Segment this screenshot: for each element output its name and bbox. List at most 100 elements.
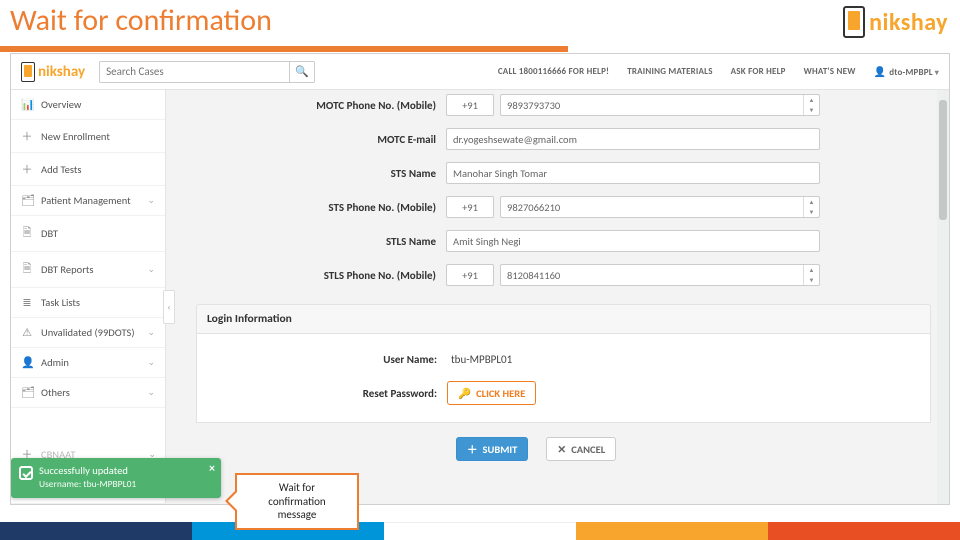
label-sts-name: STS Name bbox=[196, 167, 446, 180]
login-panel-header: Login Information bbox=[196, 304, 931, 334]
label-sts-phone: STS Phone No. (Mobile) bbox=[196, 201, 446, 214]
country-code[interactable]: +91 bbox=[446, 94, 494, 116]
sidebar-item-label: Others bbox=[41, 386, 70, 399]
search-button[interactable]: 🔍 bbox=[289, 61, 315, 83]
button-label: SUBMIT bbox=[483, 443, 518, 456]
country-code[interactable]: +91 bbox=[446, 196, 494, 218]
sidebar-item-label: Patient Management bbox=[41, 194, 131, 207]
field-value: Manohar Singh Tomar bbox=[453, 167, 547, 180]
cancel-button[interactable]: ✕ CANCEL bbox=[546, 437, 616, 461]
login-panel-body: User Name: tbu-MPBPL01 Reset Password: 🔑… bbox=[196, 334, 931, 423]
sidebar-item-patient-mgmt[interactable]: 🗂 Patient Management ⌄ bbox=[11, 186, 165, 216]
nav-training[interactable]: TRAINING MATERIALS bbox=[627, 66, 712, 77]
field-value: 9827066210 bbox=[507, 201, 560, 214]
form-actions: ＋ SUBMIT ✕ CANCEL bbox=[196, 437, 931, 461]
stls-name-field[interactable]: Amit Singh Negi bbox=[446, 230, 820, 252]
country-code[interactable]: +91 bbox=[446, 264, 494, 286]
sidebar-item-dbt[interactable]: 🗎DBT bbox=[11, 216, 165, 252]
footer-stripes bbox=[0, 522, 960, 540]
brand-logo-small: nikshay bbox=[21, 62, 85, 82]
nav-call-help[interactable]: CALL 1800116666 FOR HELP! bbox=[498, 66, 609, 77]
topbar: nikshay 🔍 CALL 1800116666 FOR HELP! TRAI… bbox=[11, 54, 949, 90]
nav-user-menu[interactable]: dto-MPBPL bbox=[874, 65, 939, 78]
label-stls-name: STLS Name bbox=[196, 235, 446, 248]
phone-icon bbox=[21, 62, 35, 82]
nav-ask-help[interactable]: ASK FOR HELP bbox=[731, 66, 786, 77]
callout-line: confirmation bbox=[268, 495, 325, 508]
main-content: MOTC Phone No. (Mobile) +91 9893793730▲▼… bbox=[166, 90, 949, 504]
chevron-down-icon: ⌄ bbox=[147, 327, 155, 338]
sidebar-item-add-tests[interactable]: ＋Add Tests bbox=[11, 153, 165, 186]
reset-password-button[interactable]: 🔑 CLICK HERE bbox=[447, 381, 536, 405]
callout-annotation: Wait for confirmation message bbox=[235, 473, 359, 530]
dashboard-icon: 📊 bbox=[21, 98, 33, 111]
spinner-icon[interactable]: ▲▼ bbox=[803, 95, 819, 115]
search-group: 🔍 bbox=[99, 61, 315, 83]
slide-title: Wait for confirmation bbox=[10, 2, 272, 39]
button-label: CANCEL bbox=[571, 443, 605, 456]
sidebar: 📊Overview ＋New Enrollment ＋Add Tests 🗂Pa… bbox=[11, 90, 166, 504]
spinner-icon[interactable]: ▲▼ bbox=[803, 265, 819, 285]
sidebar-item-label: Overview bbox=[41, 98, 81, 111]
sts-name-field[interactable]: Manohar Singh Tomar bbox=[446, 162, 820, 184]
search-icon: 🔍 bbox=[295, 65, 309, 78]
sts-phone-field[interactable]: 9827066210 ▲▼ bbox=[500, 196, 820, 218]
field-value: 9893793730 bbox=[507, 99, 560, 112]
sidebar-item-overview[interactable]: 📊 Overview bbox=[11, 90, 165, 120]
chevron-down-icon: ⌄ bbox=[147, 387, 155, 398]
slide-header: Wait for confirmation nikshay bbox=[0, 0, 960, 52]
sidebar-item-label: Admin bbox=[41, 356, 69, 369]
nav-whats-new[interactable]: WHAT'S NEW bbox=[804, 66, 856, 77]
callout-line: message bbox=[278, 508, 317, 521]
submit-button[interactable]: ＋ SUBMIT bbox=[456, 437, 528, 461]
folder-icon: 🗂 bbox=[21, 386, 33, 399]
label-reset-password: Reset Password: bbox=[197, 387, 447, 400]
doc-icon: 🗎 bbox=[21, 260, 33, 279]
warning-icon: ⚠ bbox=[21, 326, 33, 339]
brand-name: nikshay bbox=[869, 8, 948, 37]
chevron-down-icon: ⌄ bbox=[147, 264, 155, 275]
stls-phone-field[interactable]: 8120841160 ▲▼ bbox=[500, 264, 820, 286]
plus-icon: ＋ bbox=[21, 128, 33, 144]
callout-line: Wait for bbox=[279, 481, 315, 494]
field-value: dr.yogeshsewate@gmail.com bbox=[453, 133, 577, 146]
sidebar-item-new-enrollment[interactable]: ＋New Enrollment bbox=[11, 120, 165, 153]
top-nav: CALL 1800116666 FOR HELP! TRAINING MATER… bbox=[498, 65, 939, 78]
user-icon: 👤 bbox=[21, 356, 33, 369]
doc-icon: 🗎 bbox=[21, 224, 33, 243]
stripe bbox=[384, 522, 576, 540]
sidebar-item-dbt-reports[interactable]: 🗎 DBT Reports ⌄ bbox=[11, 252, 165, 288]
stripe bbox=[768, 522, 960, 540]
key-icon: 🔑 bbox=[458, 387, 471, 400]
brand-name-small: nikshay bbox=[38, 63, 85, 81]
label-username: User Name: bbox=[197, 353, 447, 366]
plus-icon: ＋ bbox=[467, 442, 478, 457]
phone-icon bbox=[843, 6, 865, 38]
search-input[interactable] bbox=[99, 61, 289, 83]
sidebar-item-label: Task Lists bbox=[41, 296, 80, 309]
chevron-down-icon: ⌄ bbox=[147, 195, 155, 206]
sidebar-item-admin[interactable]: 👤Admin⌄ bbox=[11, 348, 165, 378]
sidebar-item-others[interactable]: 🗂 Others ⌄ bbox=[11, 378, 165, 408]
field-value: Amit Singh Negi bbox=[453, 235, 521, 248]
spinner-icon[interactable]: ▲▼ bbox=[803, 197, 819, 217]
sidebar-item-label: DBT Reports bbox=[41, 263, 94, 276]
stripe bbox=[576, 522, 768, 540]
app-window: nikshay 🔍 CALL 1800116666 FOR HELP! TRAI… bbox=[10, 53, 950, 505]
list-icon: ≣ bbox=[21, 296, 33, 309]
sidebar-item-unvalidated[interactable]: ⚠ Unvalidated (99DOTS) ⌄ bbox=[11, 318, 165, 348]
close-icon: ✕ bbox=[557, 443, 566, 456]
label-motc-email: MOTC E-mail bbox=[196, 133, 446, 146]
motc-email-field[interactable]: dr.yogeshsewate@gmail.com bbox=[446, 128, 820, 150]
brand-logo-large: nikshay bbox=[843, 6, 948, 38]
folder-icon: 🗂 bbox=[21, 194, 33, 207]
sidebar-item-task-lists[interactable]: ≣ Task Lists bbox=[11, 288, 165, 318]
motc-phone-field[interactable]: 9893793730 ▲▼ bbox=[500, 94, 820, 116]
check-icon bbox=[19, 466, 33, 480]
field-value: 8120841160 bbox=[507, 269, 560, 282]
scrollbar[interactable] bbox=[937, 90, 949, 504]
sidebar-item-label: Add Tests bbox=[41, 163, 82, 176]
stripe bbox=[0, 522, 192, 540]
button-label: CLICK HERE bbox=[476, 387, 525, 400]
sidebar-item-label: Unvalidated (99DOTS) bbox=[41, 326, 135, 339]
